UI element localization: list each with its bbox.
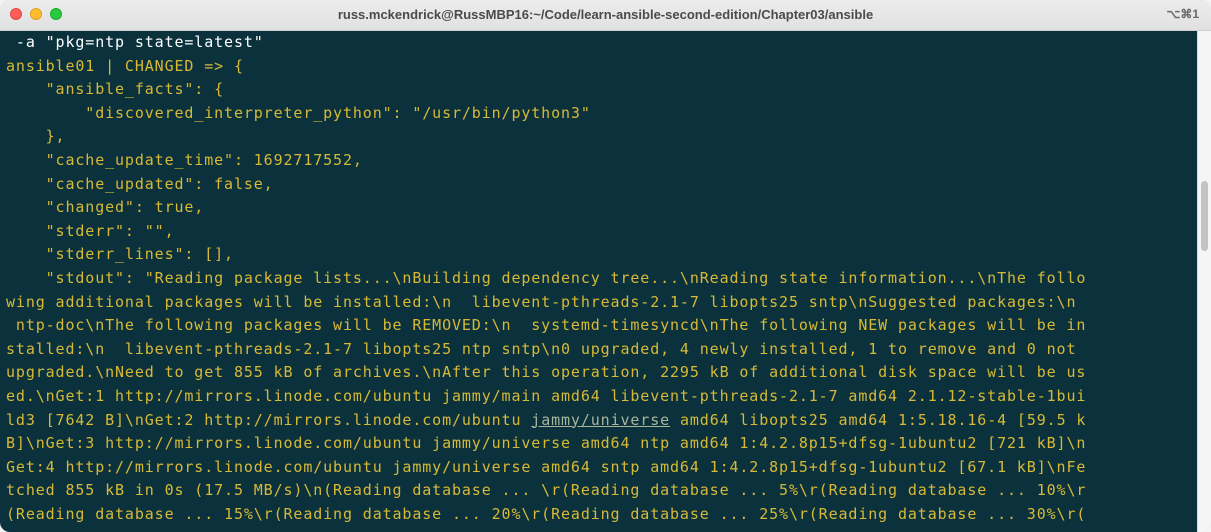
output-line: wing additional packages will be install…: [6, 292, 1077, 311]
terminal-window: russ.mckendrick@RussMBP16:~/Code/learn-a…: [0, 0, 1211, 532]
output-line: "stderr": "",: [6, 221, 175, 240]
vertical-scrollbar[interactable]: [1197, 31, 1211, 532]
output-line: },: [6, 127, 66, 146]
output-line: (Reading database ... 15%\r(Reading data…: [6, 504, 1087, 523]
output-line: "cache_update_time": 1692717552,: [6, 150, 363, 169]
command-line: -a "pkg=ntp state=latest": [6, 33, 264, 51]
window-title: russ.mckendrick@RussMBP16:~/Code/learn-a…: [337, 7, 874, 22]
url-link[interactable]: jammy/universe: [531, 411, 670, 429]
window-shortcut: ⌥⌘1: [1166, 7, 1199, 21]
output-line: "ansible_facts": {: [6, 80, 225, 99]
output-line: Get:4 http://mirrors.linode.com/ubuntu j…: [6, 457, 1087, 476]
output-line: "cache_updated": false,: [6, 174, 274, 193]
output-line: upgraded.\nNeed to get 855 kB of archive…: [6, 363, 1087, 382]
output-line: "stderr_lines": [],: [6, 245, 234, 264]
output-line: "stdout": "Reading package lists...\nBui…: [6, 268, 1087, 287]
output-line: ld3 [7642 B]\nGet:2 http://mirrors.linod…: [6, 410, 532, 429]
output-line: "discovered_interpreter_python": "/usr/b…: [6, 103, 591, 122]
title-bar[interactable]: russ.mckendrick@RussMBP16:~/Code/learn-a…: [0, 0, 1211, 31]
terminal-output[interactable]: -a "pkg=ntp state=latest" ansible01 | CH…: [0, 31, 1198, 532]
output-line-tail: amd64 libopts25 amd64 1:5.18.16-4 [59.5 …: [670, 410, 1087, 429]
scrollbar-thumb[interactable]: [1201, 181, 1208, 251]
output-line: ntp-doc\nThe following packages will be …: [6, 316, 1087, 335]
output-line: ed.\nGet:1 http://mirrors.linode.com/ubu…: [6, 386, 1087, 405]
output-line: tched 855 kB in 0s (17.5 MB/s)\n(Reading…: [6, 481, 1087, 500]
output-line: "changed": true,: [6, 198, 205, 217]
output-line: B]\nGet:3 http://mirrors.linode.com/ubun…: [6, 434, 1087, 453]
output-line: stalled:\n libevent-pthreads-2.1-7 libop…: [6, 339, 1077, 358]
terminal-text: -a "pkg=ntp state=latest" ansible01 | CH…: [6, 31, 1086, 526]
output-line: ansible01 | CHANGED => {: [6, 56, 244, 75]
